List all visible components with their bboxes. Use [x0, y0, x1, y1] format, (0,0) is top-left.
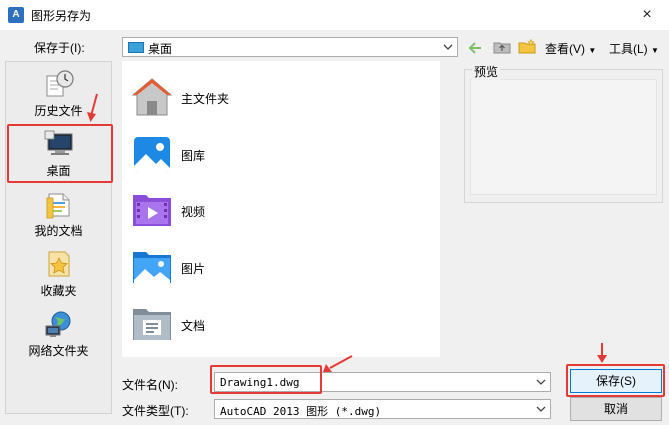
file-name: 图片 [181, 262, 206, 276]
chevron-down-icon[interactable] [535, 375, 547, 389]
view-menu-label: 查看(V) [545, 42, 585, 56]
place-my-documents-label: 我的文档 [34, 224, 83, 238]
annotation-arrow-icon [322, 354, 354, 377]
list-item[interactable]: 文档 [130, 299, 430, 349]
chevron-down-icon [442, 40, 454, 54]
file-type-dropdown[interactable]: AutoCAD 2013 图形 (*.dwg) [214, 399, 551, 419]
chevron-down-icon [535, 402, 547, 416]
network-globe-icon [43, 308, 75, 340]
file-name: 图库 [181, 149, 206, 163]
pictures-folder-icon [130, 245, 174, 289]
desktop-folder-icon [128, 42, 144, 53]
title-bar: A 图形另存为 × [0, 0, 669, 30]
cancel-button[interactable]: 取消 [570, 397, 662, 421]
view-menu-arrow-icon: ▼ [588, 46, 597, 55]
list-item[interactable]: 视频 [130, 185, 430, 235]
tools-menu-arrow-icon: ▼ [651, 46, 659, 55]
save-in-dropdown[interactable]: 桌面 [122, 37, 458, 57]
place-network[interactable]: 网络文件夹 [6, 308, 111, 359]
history-clock-icon [43, 68, 75, 100]
save-in-value: 桌面 [148, 42, 173, 56]
save-as-dialog: A 图形另存为 × 保存于(I): 桌面 查看(V) ▼ 工具(L) ▼ 历史文… [0, 0, 669, 425]
file-type-label: 文件类型(T): [122, 404, 189, 418]
highlight-save-button [566, 364, 665, 397]
window-title: 图形另存为 [31, 9, 92, 23]
view-menu[interactable]: 查看(V) ▼ [545, 40, 596, 57]
preview-label: 预览 [472, 63, 501, 80]
tools-menu-label: 工具(L) [609, 42, 648, 56]
new-folder-icon[interactable] [518, 38, 536, 57]
tools-menu[interactable]: 工具(L) ▼ [609, 40, 659, 57]
file-name-label: 文件名(N): [122, 378, 178, 392]
file-name: 主文件夹 [181, 92, 230, 106]
annotation-arrow-icon [596, 342, 608, 367]
file-type-value: AutoCAD 2013 图形 (*.dwg) [220, 405, 382, 418]
list-item[interactable]: 主文件夹 [130, 72, 430, 122]
app-icon: A [8, 7, 24, 23]
videos-folder-icon [130, 188, 174, 232]
documents-folder-icon [43, 188, 75, 220]
highlight-desktop [7, 124, 113, 183]
preview-area [470, 79, 657, 195]
up-folder-icon[interactable] [493, 40, 511, 57]
place-network-label: 网络文件夹 [28, 344, 89, 358]
home-folder-icon [130, 75, 174, 119]
highlight-file-name [210, 365, 322, 394]
close-button[interactable]: × [625, 0, 669, 30]
save-in-label: 保存于(I): [34, 41, 85, 55]
annotation-arrow-icon [86, 92, 100, 127]
place-my-documents[interactable]: 我的文档 [6, 188, 111, 239]
list-item[interactable]: 图片 [130, 242, 430, 292]
file-list: 主文件夹 图库 视频 图片 文档 [122, 61, 440, 357]
gallery-icon [130, 132, 174, 176]
place-favorites-label: 收藏夹 [40, 284, 77, 298]
place-favorites[interactable]: 收藏夹 [6, 248, 111, 299]
favorites-star-icon [43, 248, 75, 280]
file-name: 视频 [181, 205, 206, 219]
list-item[interactable]: 图库 [130, 129, 430, 179]
file-name: 文档 [181, 319, 206, 333]
documents-folder-icon [130, 302, 174, 346]
back-icon[interactable] [468, 42, 482, 57]
